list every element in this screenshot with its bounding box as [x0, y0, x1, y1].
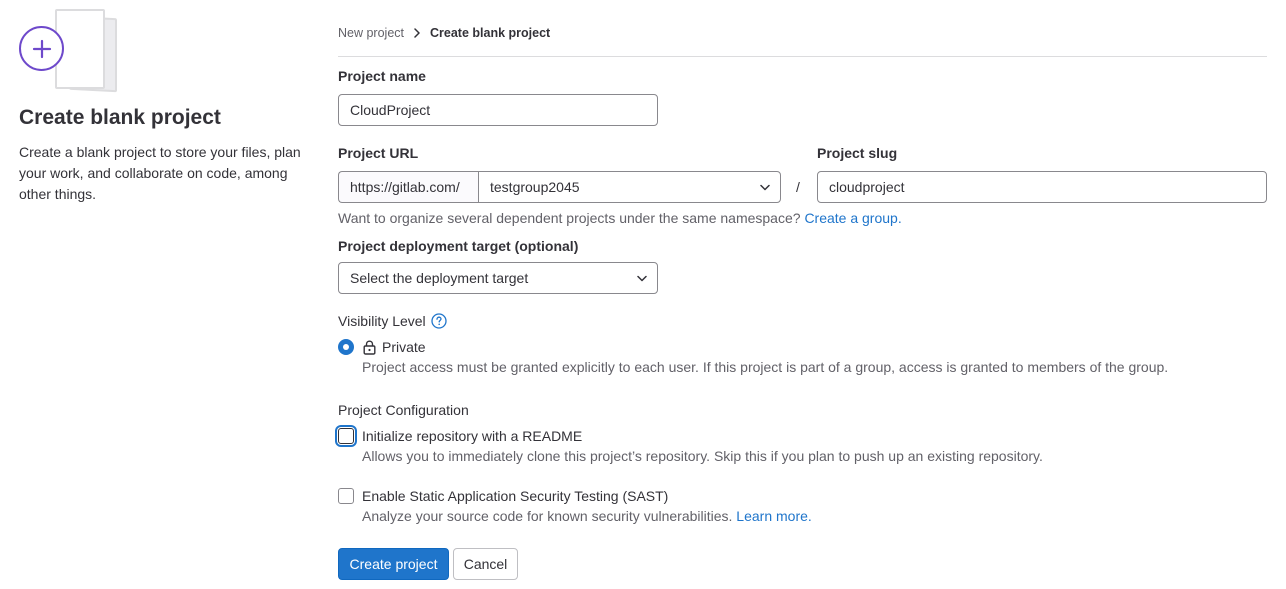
deployment-target-label: Project deployment target (optional) — [338, 238, 579, 254]
readme-checkbox[interactable] — [338, 428, 354, 444]
sidebar-description: Create a blank project to store your fil… — [19, 144, 301, 202]
breadcrumb-current: Create blank project — [430, 26, 551, 40]
project-url-group: https://gitlab.com/ testgroup2045 — [338, 171, 781, 203]
chevron-down-icon — [637, 275, 647, 282]
chevron-down-icon — [760, 184, 770, 191]
readme-help-text: Allows you to immediately clone this pro… — [362, 448, 1043, 464]
private-radio[interactable] — [338, 339, 354, 355]
namespace-help-sentence: Want to organize several dependent proje… — [338, 210, 801, 226]
deployment-target-placeholder: Select the deployment target — [350, 270, 529, 286]
project-name-input[interactable]: CloudProject — [338, 94, 658, 126]
readme-option: Initialize repository with a README — [338, 428, 582, 444]
breadcrumb-divider — [338, 56, 1267, 57]
plus-icon — [19, 26, 64, 71]
visibility-private-option: Private — [338, 339, 426, 355]
chevron-right-icon — [413, 28, 421, 38]
readme-label: Initialize repository with a README — [362, 428, 583, 444]
learn-more-link[interactable]: Learn more. — [736, 508, 811, 524]
breadcrumb-new-project-link[interactable]: New project — [338, 26, 404, 40]
namespace-help-text: Want to organize several dependent proje… — [338, 210, 902, 226]
visibility-header: Visibility Level — [338, 313, 447, 329]
cancel-button[interactable]: Cancel — [453, 548, 518, 580]
project-url-prefix: https://gitlab.com/ — [338, 171, 478, 203]
project-form: New project Create blank project — [338, 20, 1267, 57]
create-group-link[interactable]: Create a group. — [804, 210, 901, 226]
private-help-text: Project access must be granted explicitl… — [362, 359, 1169, 375]
url-separator: / — [796, 179, 800, 195]
lock-icon — [363, 339, 376, 355]
project-name-value: CloudProject — [350, 102, 431, 118]
project-url-label: Project URL — [338, 145, 419, 161]
project-url-prefix-text: https://gitlab.com/ — [350, 179, 460, 195]
sast-label: Enable Static Application Security Testi… — [362, 488, 669, 504]
visibility-label: Visibility Level — [338, 313, 426, 329]
sidebar-title: Create blank project — [19, 106, 221, 129]
create-project-button[interactable]: Create project — [338, 548, 449, 580]
breadcrumb: New project Create blank project — [338, 20, 1267, 46]
sast-checkbox[interactable] — [338, 488, 354, 504]
project-slug-input[interactable]: cloudproject — [817, 171, 1267, 203]
project-slug-value: cloudproject — [829, 179, 905, 195]
question-circle-icon[interactable] — [431, 313, 447, 329]
namespace-value: testgroup2045 — [490, 179, 580, 195]
project-configuration-label: Project Configuration — [338, 402, 469, 418]
deployment-target-select[interactable]: Select the deployment target — [338, 262, 658, 294]
sast-help-sentence: Analyze your source code for known secur… — [362, 508, 733, 524]
blank-project-illustration — [19, 9, 117, 93]
project-slug-label: Project slug — [817, 145, 898, 161]
project-name-label: Project name — [338, 68, 426, 84]
sidebar-panel: Create blank project Create a blank proj… — [19, 9, 309, 205]
form-actions: Create project Cancel — [338, 548, 518, 580]
sast-help-text: Analyze your source code for known secur… — [362, 508, 812, 524]
namespace-select[interactable]: testgroup2045 — [478, 171, 781, 203]
private-label: Private — [382, 339, 426, 355]
sast-option: Enable Static Application Security Testi… — [338, 488, 668, 504]
